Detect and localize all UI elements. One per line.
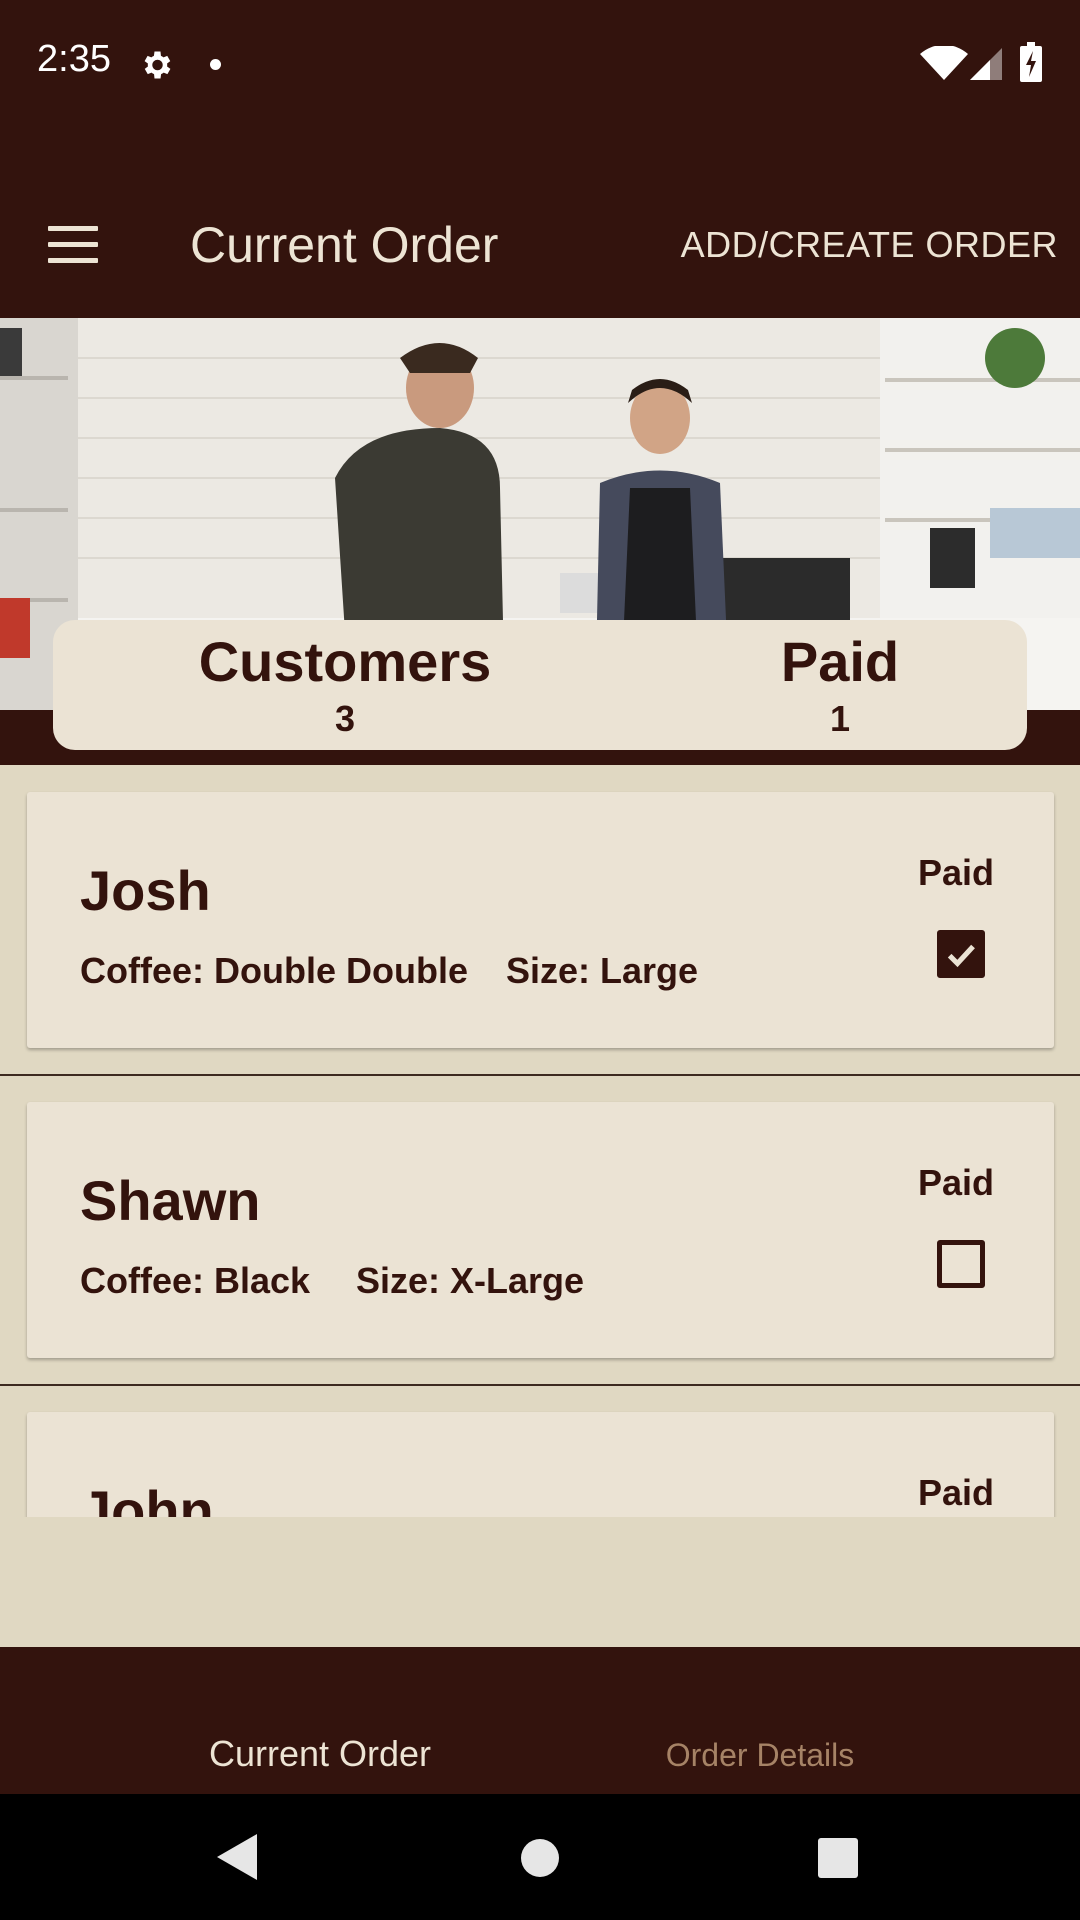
status-time: 2:35: [37, 38, 111, 80]
order-card[interactable]: Josh Coffee: Double Double Size: Large P…: [27, 792, 1054, 1048]
paid-stat: Paid 1: [640, 628, 1040, 742]
hamburger-menu-icon[interactable]: [48, 226, 98, 264]
order-card[interactable]: John Paid: [27, 1412, 1054, 1517]
order-list[interactable]: Josh Coffee: Double Double Size: Large P…: [0, 765, 1080, 1517]
system-navigation-bar: [0, 1794, 1080, 1920]
order-summary-card: Customers 3 Paid 1: [53, 620, 1027, 750]
tab-order-details[interactable]: Order Details: [490, 1737, 1030, 1774]
order-card[interactable]: Shawn Coffee: Black Size: X-Large Paid: [27, 1102, 1054, 1358]
signal-icon: [970, 48, 1002, 80]
customer-name: John: [80, 1479, 214, 1517]
coffee-type: Coffee: Black: [80, 1260, 311, 1301]
paid-label: Paid: [780, 630, 900, 693]
list-divider: [0, 1384, 1080, 1386]
coffee-size: Size: X-Large: [356, 1260, 585, 1301]
notification-dot-icon: [210, 59, 221, 70]
customers-stat: Customers 3: [145, 628, 545, 742]
wifi-icon: [920, 46, 968, 80]
customers-label: Customers: [198, 630, 492, 693]
home-icon[interactable]: [520, 1838, 560, 1878]
coffee-type: Coffee: Double Double: [80, 950, 468, 991]
recents-icon[interactable]: [818, 1838, 858, 1878]
add-create-order-button[interactable]: ADD/CREATE ORDER: [681, 224, 1058, 266]
status-bar: 2:35: [0, 0, 1080, 128]
customers-count: 3: [334, 698, 356, 739]
coffee-size: Size: Large: [506, 950, 699, 991]
paid-checkbox-label: Paid: [917, 1162, 994, 1203]
list-divider: [0, 1074, 1080, 1076]
app-bar: Current Order ADD/CREATE ORDER: [0, 128, 1080, 318]
checkmark-icon: [947, 944, 975, 968]
page-title: Current Order: [190, 217, 499, 273]
customer-name: Josh: [80, 859, 211, 922]
paid-checkbox-label: Paid: [917, 1472, 994, 1513]
battery-charging-icon: [1020, 42, 1042, 82]
back-icon[interactable]: [215, 1832, 259, 1882]
paid-checkbox[interactable]: [937, 1240, 985, 1288]
gear-icon: [144, 51, 171, 79]
paid-checkbox-label: Paid: [917, 852, 994, 893]
paid-count: 1: [829, 698, 851, 739]
paid-checkbox[interactable]: [937, 930, 985, 978]
bottom-navigation: Current Order Order Details: [0, 1647, 1080, 1794]
customer-name: Shawn: [80, 1169, 261, 1232]
